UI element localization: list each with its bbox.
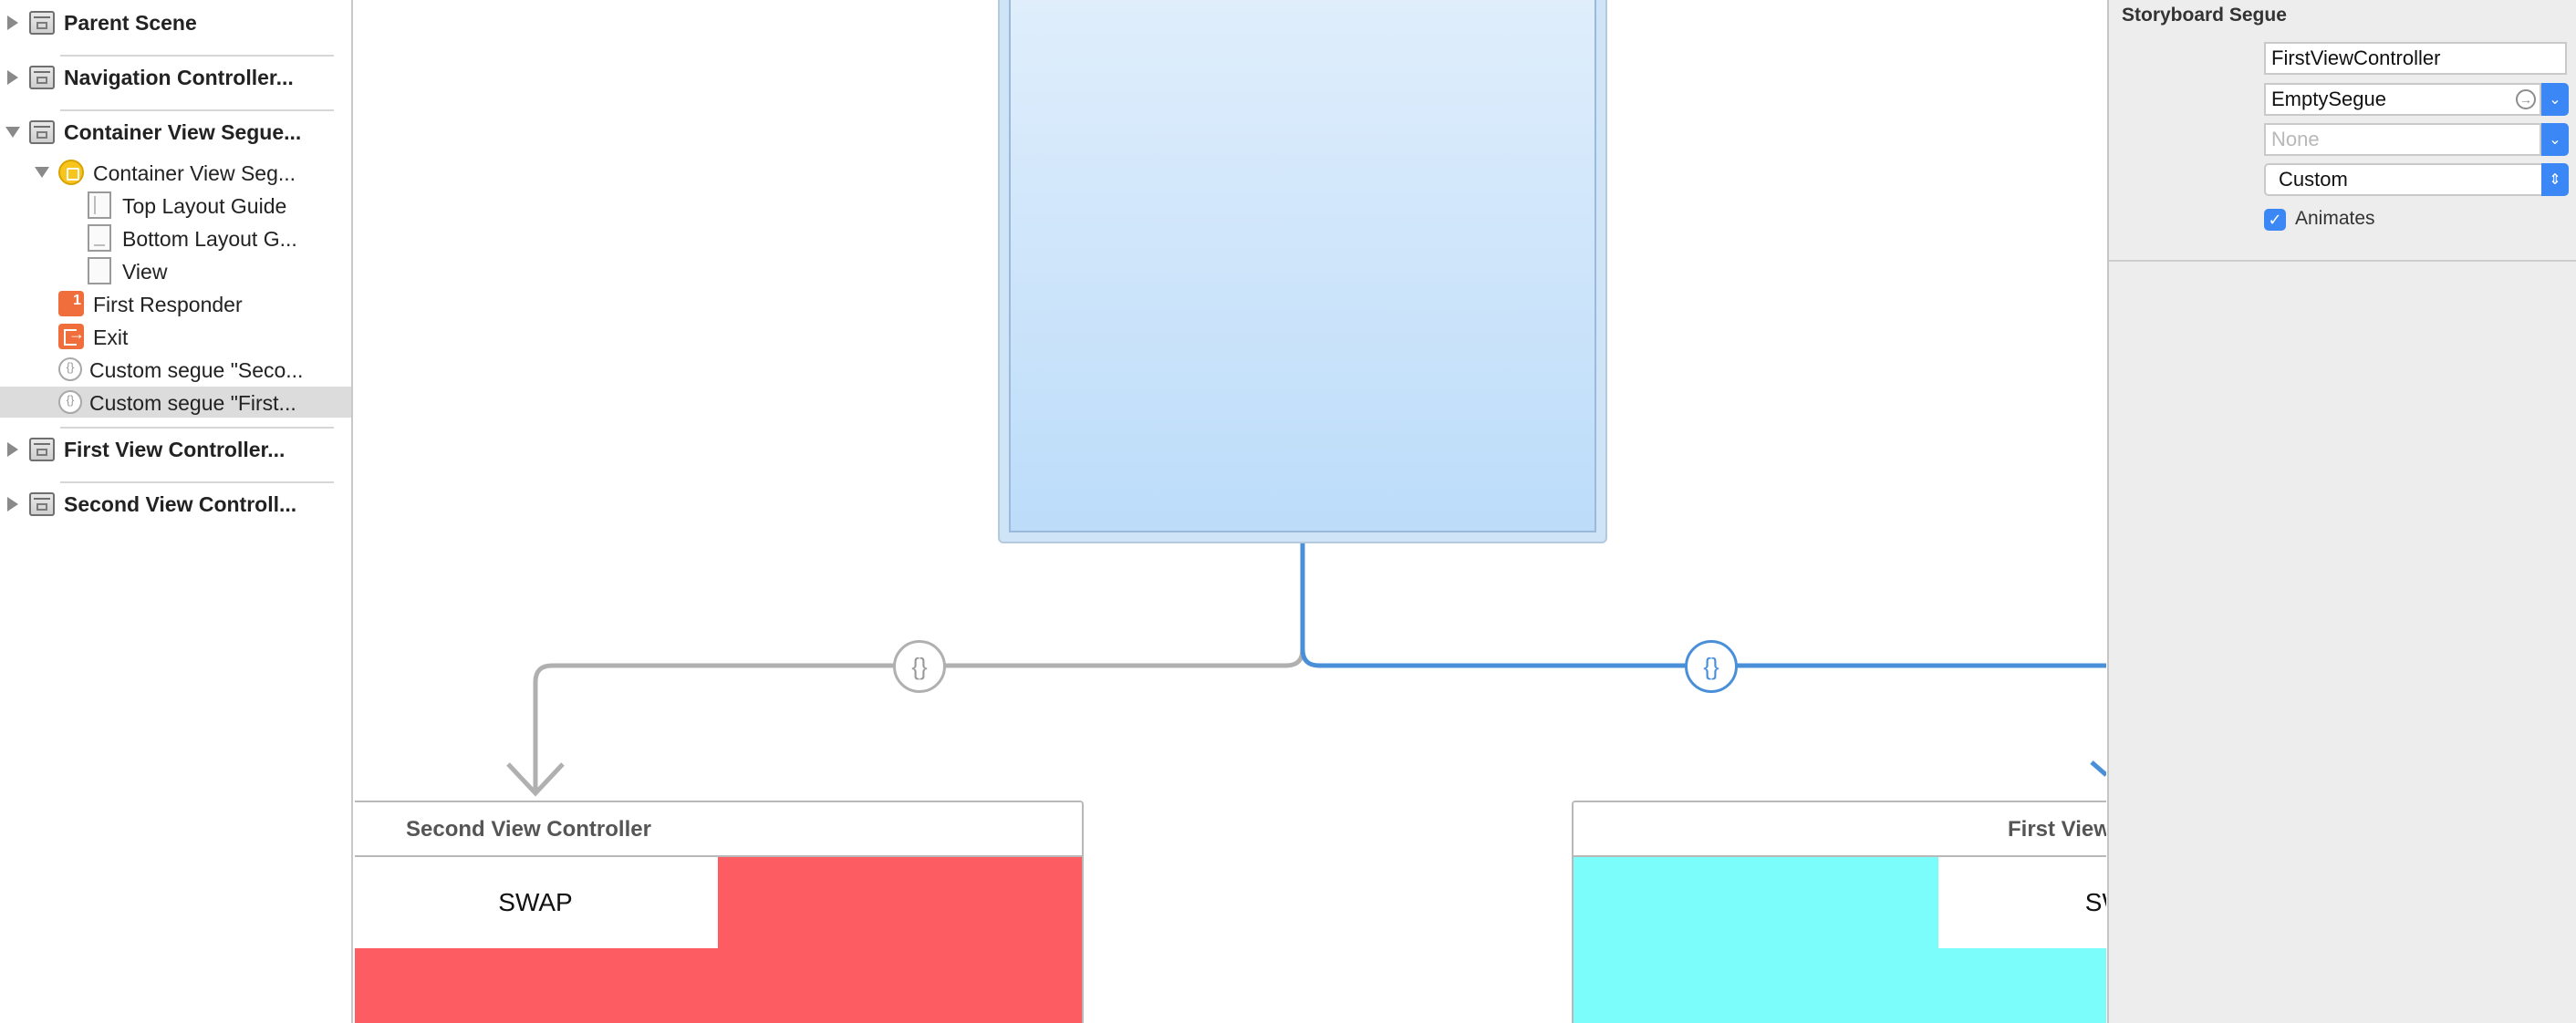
exit-icon — [58, 324, 85, 349]
outline-item-exit[interactable]: Exit — [0, 321, 351, 352]
outline-scene-navigation-controller[interactable]: Navigation Controller... — [0, 62, 351, 93]
outline-item-first-responder[interactable]: First Responder — [0, 288, 351, 319]
outline-separator — [60, 55, 334, 57]
storyboard-canvas[interactable]: {} {} Second View Controller SWAP First … — [355, 0, 2106, 1023]
first-vc-view[interactable]: SWAP — [1574, 857, 2106, 1023]
disclosure-triangle-expanded-icon[interactable] — [5, 127, 20, 138]
disclosure-triangle-icon[interactable] — [7, 497, 18, 512]
scene-first-view-controller[interactable]: First View Controller SWAP — [1572, 801, 2106, 1023]
outline-item-bottom-layout-guide[interactable]: Bottom Layout G... — [0, 222, 351, 253]
scene-label: Second View Controll... — [64, 492, 297, 516]
inspector-divider — [2109, 260, 2576, 262]
go-to-class-icon[interactable]: → — [2516, 89, 2536, 109]
outline-item-container-view-controller[interactable]: Container View Seg... — [0, 157, 351, 188]
outline-separator — [60, 481, 334, 483]
outline-scene-first-view-controller[interactable]: First View Controller... — [0, 434, 351, 465]
item-label: Custom segue "First... — [89, 391, 296, 415]
segue-node-first-selected[interactable]: {} — [1685, 640, 1738, 693]
item-label: View — [122, 260, 168, 284]
identifier-field[interactable]: FirstViewController — [2264, 42, 2567, 75]
animates-label: Animates — [2295, 208, 2375, 229]
second-vc-view[interactable]: SWAP — [355, 857, 1082, 1023]
outline-separator — [60, 109, 334, 111]
disclosure-triangle-icon[interactable] — [7, 16, 18, 30]
item-label: Exit — [93, 326, 129, 349]
outline-item-view[interactable]: View — [0, 255, 351, 286]
layout-guide-icon — [88, 224, 111, 252]
scene-label: Container View Segue... — [64, 120, 302, 144]
item-label: First Responder — [93, 293, 243, 316]
scene-icon — [29, 11, 55, 35]
item-label: Top Layout Guide — [122, 194, 287, 218]
segue-glyph: {} — [911, 652, 928, 680]
scene-title-bar[interactable]: First View Controller — [1574, 802, 2106, 857]
item-label: Custom segue "Seco... — [89, 358, 304, 382]
outline-scene-second-view-controller[interactable]: Second View Controll... — [0, 489, 351, 520]
attributes-inspector: Storyboard Segue Identifier FirstViewCon… — [2107, 0, 2576, 1023]
outline-item-custom-segue-second[interactable]: Custom segue "Seco... — [0, 354, 351, 385]
animates-checkbox[interactable]: ✓ — [2264, 209, 2286, 231]
segue-icon — [58, 357, 82, 381]
identifier-value: FirstViewController — [2271, 46, 2441, 69]
segue-arrowhead-first — [2090, 760, 2106, 777]
outline-separator — [60, 427, 334, 429]
kind-popup[interactable]: Custom — [2264, 163, 2567, 196]
scene-label: Parent Scene — [64, 11, 197, 35]
swap-button-label: SWAP — [2084, 888, 2106, 916]
module-placeholder: None — [2271, 128, 2320, 150]
outline-item-custom-segue-first[interactable]: Custom segue "First... — [0, 387, 351, 418]
scene-icon — [29, 492, 55, 516]
scene-second-view-controller[interactable]: Second View Controller SWAP — [355, 801, 1084, 1023]
module-dropdown-chevron-icon[interactable]: ⌄ — [2541, 123, 2569, 156]
first-responder-icon — [58, 291, 84, 316]
class-field[interactable]: EmptySegue — [2264, 83, 2541, 116]
outline-scene-parent[interactable]: Parent Scene — [0, 7, 351, 38]
disclosure-triangle-expanded-icon[interactable] — [35, 167, 49, 178]
scene-label: Navigation Controller... — [64, 66, 294, 89]
inspector-title: Storyboard Segue — [2122, 5, 2287, 26]
disclosure-triangle-icon[interactable] — [7, 70, 18, 85]
segue-icon — [58, 390, 82, 414]
scene-title-bar[interactable]: Second View Controller — [355, 802, 1082, 857]
scene-icon — [29, 438, 55, 461]
scene-title: First View Controller — [2008, 817, 2106, 842]
kind-value: Custom — [2279, 168, 2348, 191]
disclosure-triangle-icon[interactable] — [7, 442, 18, 457]
kind-popup-chevron-icon[interactable]: ⇕ — [2541, 163, 2569, 196]
scene-title: Second View Controller — [406, 817, 651, 842]
swap-button-label: SWAP — [498, 888, 573, 916]
module-field[interactable]: None — [2264, 123, 2541, 156]
segue-node-second[interactable]: {} — [893, 640, 946, 693]
document-outline: Parent Scene Navigation Controller... Co… — [0, 0, 353, 1023]
class-value: EmptySegue — [2271, 88, 2386, 110]
scene-icon — [29, 120, 55, 144]
outline-scene-container-view-segue[interactable]: Container View Segue... — [0, 117, 351, 148]
view-controller-icon — [58, 160, 84, 185]
scene-icon — [29, 66, 55, 89]
item-label: Container View Seg... — [93, 161, 296, 185]
outline-item-top-layout-guide[interactable]: Top Layout Guide — [0, 190, 351, 221]
swap-button[interactable]: SWAP — [1938, 857, 2106, 948]
scene-label: First View Controller... — [64, 438, 286, 461]
item-label: Bottom Layout G... — [122, 227, 297, 251]
view-icon — [88, 257, 111, 284]
segue-glyph: {} — [1703, 652, 1719, 680]
swap-button[interactable]: SWAP — [355, 857, 718, 948]
class-dropdown-chevron-icon[interactable]: ⌄ — [2541, 83, 2569, 116]
layout-guide-icon — [88, 191, 111, 219]
